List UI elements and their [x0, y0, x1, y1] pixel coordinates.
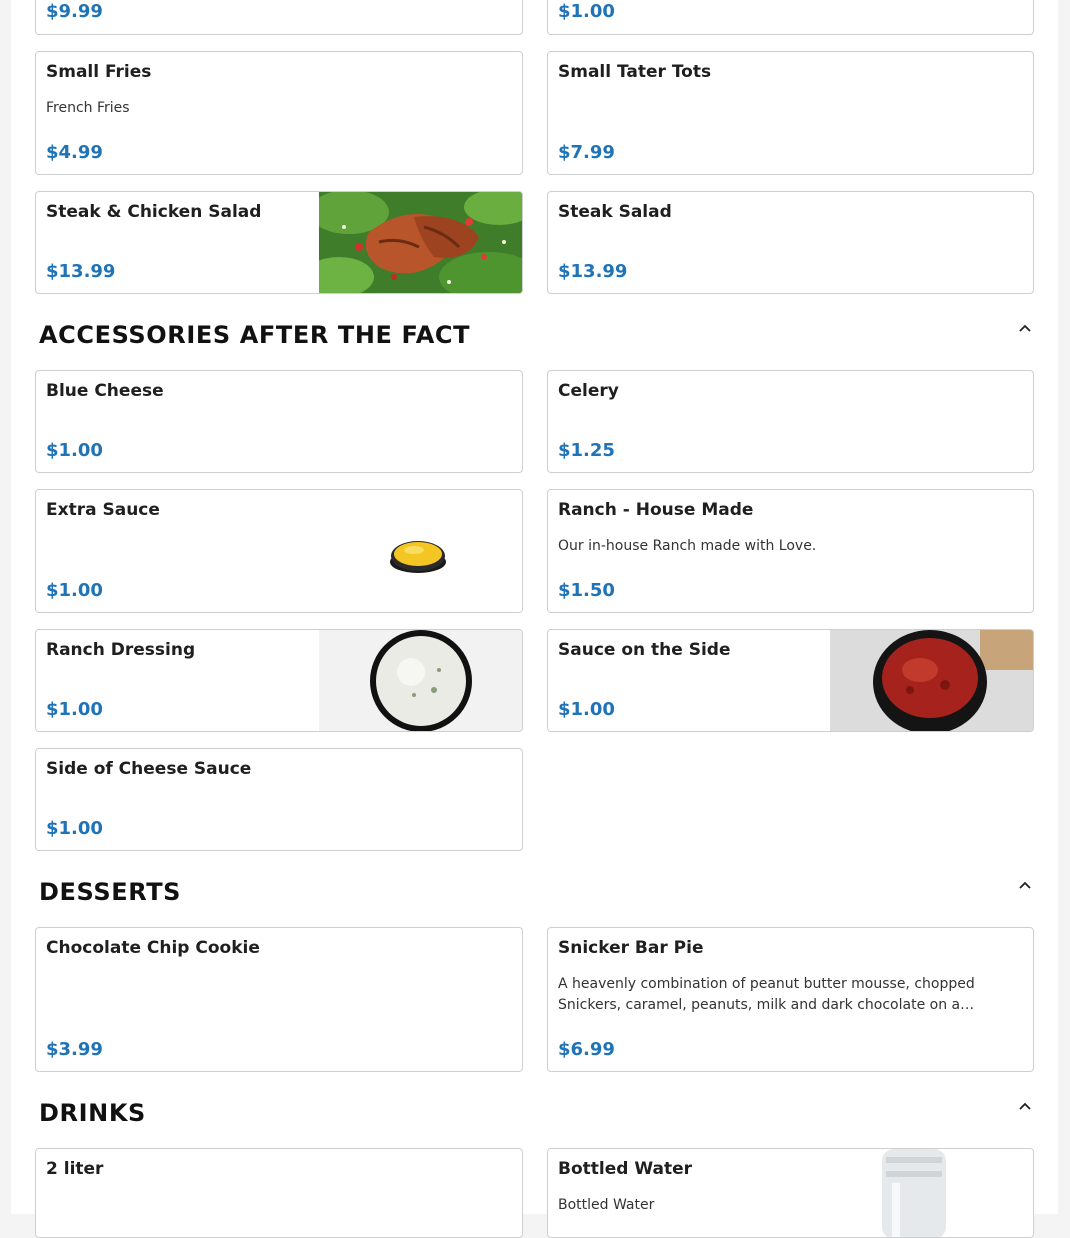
item-name: Steak Salad — [558, 202, 672, 222]
item-price: $1.25 — [558, 440, 615, 461]
item-name: Chocolate Chip Cookie — [46, 938, 260, 958]
menu-item-ranch-dressing[interactable]: Ranch Dressing $1.00 — [35, 629, 523, 732]
menu-item-snicker-bar-pie[interactable]: Snicker Bar Pie A heavenly combination o… — [547, 927, 1034, 1072]
menu-item-steak-chicken-salad[interactable]: Steak & Chicken Salad $13.99 — [35, 191, 523, 294]
item-price: $1.00 — [558, 699, 615, 720]
item-description: Bottled Water — [558, 1197, 655, 1213]
extra-sauce-image — [319, 490, 522, 612]
menu-item-steak-salad[interactable]: Steak Salad $13.99 — [547, 191, 1034, 294]
item-price: $13.99 — [46, 261, 116, 282]
item-description: French Fries — [46, 100, 130, 116]
menu-item-small-tater-tots[interactable]: Small Tater Tots $7.99 — [547, 51, 1034, 175]
menu-item-side-of-cheese-sauce[interactable]: Side of Cheese Sauce $1.00 — [35, 748, 523, 851]
item-name: Side of Cheese Sauce — [46, 759, 252, 779]
item-description: Our in-house Ranch made with Love. — [558, 538, 817, 554]
section-title-desserts: DESSERTS — [39, 878, 182, 906]
item-name: Steak & Chicken Salad — [46, 202, 262, 222]
item-price: $1.50 — [558, 580, 615, 601]
item-name: 2 liter — [46, 1159, 104, 1179]
item-price: $1.00 — [46, 818, 103, 839]
chevron-up-icon[interactable] — [1018, 880, 1032, 890]
menu-item-blue-cheese[interactable]: Blue Cheese $1.00 — [35, 370, 523, 473]
item-price: $3.99 — [46, 1039, 103, 1060]
chevron-up-icon[interactable] — [1018, 323, 1032, 333]
bottled-water-image — [830, 1149, 1033, 1237]
item-name: Ranch - House Made — [558, 500, 754, 520]
item-price: $6.99 — [558, 1039, 615, 1060]
menu-item-extra-sauce[interactable]: Extra Sauce $1.00 — [35, 489, 523, 613]
item-name: Snicker Bar Pie — [558, 938, 704, 958]
item-name: Small Fries — [46, 62, 152, 82]
chevron-up-icon[interactable] — [1018, 1101, 1032, 1111]
menu-item-small-fries[interactable]: Small Fries French Fries $4.99 — [35, 51, 523, 175]
item-price: $4.99 — [46, 142, 103, 163]
item-name: Ranch Dressing — [46, 640, 196, 660]
item-price: $1.00 — [46, 699, 103, 720]
sauce-image — [830, 630, 1033, 731]
menu-item-sauce-on-the-side[interactable]: Sauce on the Side $1.00 — [547, 629, 1034, 732]
item-name: Sauce on the Side — [558, 640, 731, 660]
ranch-dressing-image — [319, 630, 522, 731]
menu-item-ranch-house-made[interactable]: Ranch - House Made Our in-house Ranch ma… — [547, 489, 1034, 613]
item-name: Bottled Water — [558, 1159, 692, 1179]
item-price: $1.00 — [46, 580, 103, 601]
section-title-accessories: ACCESSORIES AFTER THE FACT — [39, 321, 471, 349]
item-name: Celery — [558, 381, 619, 401]
menu-item-card[interactable]: $9.99 — [35, 0, 523, 35]
menu-item-chocolate-chip-cookie[interactable]: Chocolate Chip Cookie $3.99 — [35, 927, 523, 1072]
item-name: Small Tater Tots — [558, 62, 712, 82]
item-price: $9.99 — [46, 1, 103, 22]
menu-item-bottled-water[interactable]: Bottled Water Bottled Water — [547, 1148, 1034, 1238]
item-price: $13.99 — [558, 261, 628, 282]
section-title-drinks: DRINKS — [39, 1099, 146, 1127]
item-price: $7.99 — [558, 142, 615, 163]
item-description: A heavenly combination of peanut butter … — [558, 976, 975, 1013]
menu-item-celery[interactable]: Celery $1.25 — [547, 370, 1034, 473]
menu-item-card[interactable]: $1.00 — [547, 0, 1034, 35]
menu-item-2-liter[interactable]: 2 liter — [35, 1148, 523, 1238]
item-name: Blue Cheese — [46, 381, 164, 401]
item-price: $1.00 — [558, 1, 615, 22]
item-name: Extra Sauce — [46, 500, 160, 520]
salad-image — [319, 192, 522, 293]
item-price: $1.00 — [46, 440, 103, 461]
